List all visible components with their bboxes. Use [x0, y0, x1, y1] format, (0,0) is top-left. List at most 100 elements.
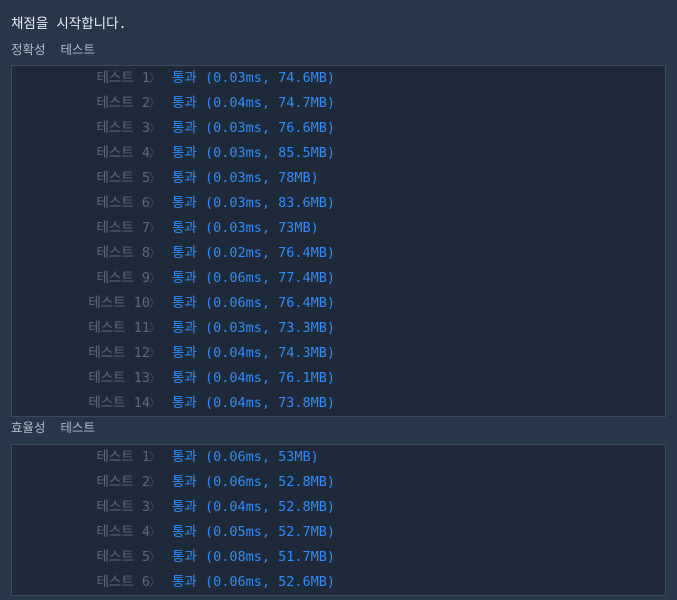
test-result-row: 테스트 8 〉 통과 (0.02ms, 76.4MB)	[12, 241, 665, 265]
test-metrics: (0.03ms, 83.6MB)	[204, 195, 336, 211]
test-result-row: 테스트 12 〉 통과 (0.04ms, 74.3MB)	[12, 341, 665, 365]
pass-status: 통과	[172, 524, 197, 540]
test-metrics: (0.04ms, 74.7MB)	[204, 95, 336, 111]
pass-status: 통과	[172, 295, 197, 311]
accuracy-section-title: 정확성 테스트	[11, 42, 96, 57]
test-result-row: 테스트 9 〉 통과 (0.06ms, 77.4MB)	[12, 266, 665, 290]
test-label: 테스트 6	[96, 195, 150, 211]
chevron-right-icon: 〉	[149, 475, 162, 489]
test-result: 통과 (0.06ms, 53MB)	[172, 445, 319, 469]
chevron-right-icon: 〉	[149, 121, 162, 135]
chevron-right-icon: 〉	[149, 221, 162, 235]
test-metrics: (0.06ms, 52.8MB)	[204, 474, 336, 490]
chevron-right-icon: 〉	[149, 246, 162, 260]
test-result: 통과 (0.05ms, 52.7MB)	[172, 520, 335, 544]
chevron-right-icon: 〉	[149, 396, 162, 410]
test-result: 통과 (0.03ms, 73.3MB)	[172, 316, 335, 340]
test-result-row: 테스트 3 〉 통과 (0.04ms, 52.8MB)	[12, 495, 665, 519]
chevron-right-icon: 〉	[149, 575, 162, 589]
test-label: 테스트 5	[96, 549, 150, 565]
test-metrics: (0.04ms, 76.1MB)	[204, 370, 336, 386]
test-label: 테스트 4	[96, 524, 150, 540]
test-result-row: 테스트 10 〉 통과 (0.06ms, 76.4MB)	[12, 291, 665, 315]
test-metrics: (0.03ms, 78MB)	[204, 170, 319, 186]
test-metrics: (0.04ms, 74.3MB)	[204, 345, 336, 361]
test-result: 통과 (0.03ms, 74.6MB)	[172, 66, 335, 90]
chevron-right-icon: 〉	[149, 71, 162, 85]
pass-status: 통과	[172, 574, 197, 590]
test-result-row: 테스트 6 〉 통과 (0.03ms, 83.6MB)	[12, 191, 665, 215]
test-metrics: (0.03ms, 73.3MB)	[204, 320, 336, 336]
chevron-right-icon: 〉	[149, 346, 162, 360]
pass-status: 통과	[172, 370, 197, 386]
chevron-right-icon: 〉	[149, 271, 162, 285]
pass-status: 통과	[172, 320, 197, 336]
pass-status: 통과	[172, 395, 197, 411]
chevron-right-icon: 〉	[149, 321, 162, 335]
pass-status: 통과	[172, 549, 197, 565]
test-result-row: 테스트 6 〉 통과 (0.06ms, 52.6MB)	[12, 570, 665, 594]
pass-status: 통과	[172, 499, 197, 515]
test-label: 테스트 12	[88, 345, 150, 361]
grading-status-text: 채점을 시작합니다.	[11, 16, 127, 32]
efficiency-results-box: 테스트 1 〉 통과 (0.06ms, 53MB) 테스트 2 〉 통과 (0.06ms,…	[11, 444, 666, 596]
test-result: 통과 (0.03ms, 76.6MB)	[172, 116, 335, 140]
test-result: 통과 (0.03ms, 78MB)	[172, 166, 319, 190]
pass-status: 통과	[172, 120, 197, 136]
test-result-row: 테스트 3 〉 통과 (0.03ms, 76.6MB)	[12, 116, 665, 140]
test-metrics: (0.02ms, 76.4MB)	[204, 245, 336, 261]
test-metrics: (0.08ms, 51.7MB)	[204, 549, 336, 565]
test-label: 테스트 1	[96, 449, 150, 465]
test-metrics: (0.03ms, 73MB)	[204, 220, 319, 236]
test-metrics: (0.03ms, 76.6MB)	[204, 120, 336, 136]
test-result: 통과 (0.04ms, 74.7MB)	[172, 91, 335, 115]
test-result: 통과 (0.06ms, 76.4MB)	[172, 291, 335, 315]
test-result-row: 테스트 14 〉 통과 (0.04ms, 73.8MB)	[12, 391, 665, 415]
chevron-right-icon: 〉	[149, 96, 162, 110]
test-result: 통과 (0.08ms, 51.7MB)	[172, 545, 335, 569]
chevron-right-icon: 〉	[149, 525, 162, 539]
test-metrics: (0.03ms, 85.5MB)	[204, 145, 336, 161]
test-result: 통과 (0.06ms, 52.8MB)	[172, 470, 335, 494]
test-metrics: (0.04ms, 73.8MB)	[204, 395, 336, 411]
test-label: 테스트 10	[88, 295, 150, 311]
test-result: 통과 (0.04ms, 52.8MB)	[172, 495, 335, 519]
chevron-right-icon: 〉	[149, 171, 162, 185]
test-label: 테스트 3	[96, 120, 150, 136]
test-label: 테스트 6	[96, 574, 150, 590]
test-result-row: 테스트 2 〉 통과 (0.04ms, 74.7MB)	[12, 91, 665, 115]
chevron-right-icon: 〉	[149, 296, 162, 310]
test-result: 통과 (0.04ms, 76.1MB)	[172, 366, 335, 390]
pass-status: 통과	[172, 95, 197, 111]
chevron-right-icon: 〉	[149, 371, 162, 385]
test-result-row: 테스트 4 〉 통과 (0.03ms, 85.5MB)	[12, 141, 665, 165]
test-label: 테스트 1	[96, 70, 150, 86]
accuracy-results-box: 테스트 1 〉 통과 (0.03ms, 74.6MB) 테스트 2 〉 통과 (0.04m…	[11, 65, 666, 417]
test-label: 테스트 4	[96, 145, 150, 161]
test-label: 테스트 8	[96, 245, 150, 261]
test-label: 테스트 5	[96, 170, 150, 186]
pass-status: 통과	[172, 449, 197, 465]
test-result-row: 테스트 13 〉 통과 (0.04ms, 76.1MB)	[12, 366, 665, 390]
pass-status: 통과	[172, 170, 197, 186]
test-metrics: (0.06ms, 76.4MB)	[204, 295, 336, 311]
test-label: 테스트 2	[96, 474, 150, 490]
test-label: 테스트 2	[96, 95, 150, 111]
test-metrics: (0.03ms, 74.6MB)	[204, 70, 336, 86]
test-result: 통과 (0.02ms, 76.4MB)	[172, 241, 335, 265]
test-label: 테스트 7	[96, 220, 150, 236]
test-result-row: 테스트 1 〉 통과 (0.03ms, 74.6MB)	[12, 66, 665, 90]
test-metrics: (0.06ms, 77.4MB)	[204, 270, 336, 286]
test-result-row: 테스트 2 〉 통과 (0.06ms, 52.8MB)	[12, 470, 665, 494]
pass-status: 통과	[172, 220, 197, 236]
test-result-row: 테스트 5 〉 통과 (0.08ms, 51.7MB)	[12, 545, 665, 569]
test-result-row: 테스트 4 〉 통과 (0.05ms, 52.7MB)	[12, 520, 665, 544]
test-label: 테스트 3	[96, 499, 150, 515]
test-metrics: (0.06ms, 52.6MB)	[204, 574, 336, 590]
test-metrics: (0.06ms, 53MB)	[204, 449, 319, 465]
efficiency-section-title: 효율성 테스트	[11, 420, 96, 435]
test-result-row: 테스트 5 〉 통과 (0.03ms, 78MB)	[12, 166, 665, 190]
test-label: 테스트 11	[88, 320, 150, 336]
test-result: 통과 (0.03ms, 83.6MB)	[172, 191, 335, 215]
pass-status: 통과	[172, 145, 197, 161]
